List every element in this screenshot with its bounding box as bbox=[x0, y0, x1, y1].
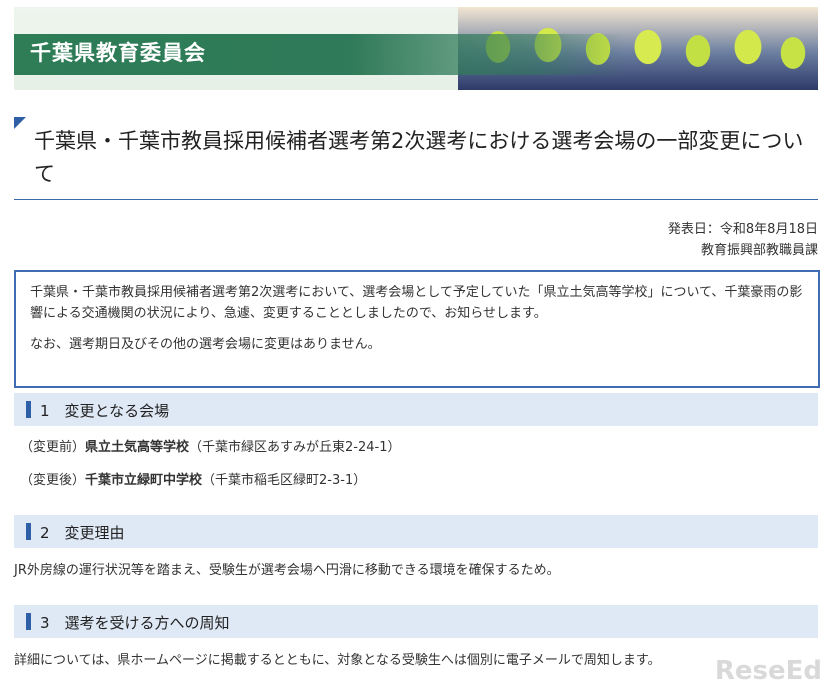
section-marker bbox=[26, 613, 31, 630]
notification-text: 詳細については、県ホームページに掲載するとともに、対象となる受験生へは個別に電子… bbox=[14, 653, 661, 668]
announcing-department: 教育振興部教職員課 bbox=[700, 243, 818, 258]
venue-after-prefix: （変更後） bbox=[20, 473, 86, 488]
heading-corner-mark bbox=[14, 117, 26, 129]
page-heading: 千葉県・千葉市教員採用候補者選考第2次選考における選考会場の一部変更について bbox=[14, 117, 818, 191]
venue-after-line: （変更後）千葉市立緑町中学校（千葉市稲毛区緑町2-3-1） bbox=[20, 471, 366, 491]
section-title: 3 選考を受ける方への周知 bbox=[40, 614, 230, 632]
section-heading-reason: 2 変更理由 bbox=[14, 515, 818, 548]
reason-text: JR外房線の運行状況等を踏まえ、受験生が選考会場へ円滑に移動できる環境を確保する… bbox=[14, 563, 560, 578]
section-heading-notification: 3 選考を受ける方への周知 bbox=[14, 605, 818, 638]
notice-paragraph: 千葉県・千葉市教員採用候補者選考第2次選考において、選考会場として予定していた「… bbox=[30, 285, 803, 321]
resemom-logo: ReseEd bbox=[714, 656, 822, 686]
venue-before-prefix: （変更前） bbox=[20, 440, 86, 455]
venue-before-address: （千葉市緑区あすみが丘東2-24-1） bbox=[189, 440, 401, 455]
announcement-meta: 発表日：令和8年8月18日 教育振興部教職員課 bbox=[668, 219, 818, 261]
heading-divider bbox=[14, 199, 818, 200]
notice-paragraph: なお、選考期日及びその他の選考会場に変更はありません。 bbox=[30, 337, 381, 352]
section-title: 1 変更となる会場 bbox=[40, 402, 170, 420]
section-marker bbox=[26, 523, 31, 540]
section-title: 2 変更理由 bbox=[40, 524, 125, 542]
venue-before-line: （変更前）県立土気高等学校（千葉市緑区あすみが丘東2-24-1） bbox=[20, 438, 401, 458]
venue-after-address: （千葉市稲毛区緑町2-3-1） bbox=[202, 473, 367, 488]
section-marker bbox=[26, 401, 31, 418]
site-title[interactable]: 千葉県教育委員会 bbox=[30, 37, 206, 67]
site-banner: 千葉県教育委員会 bbox=[14, 7, 818, 90]
section-heading-venue: 1 変更となる会場 bbox=[14, 393, 818, 426]
notice-box: 千葉県・千葉市教員採用候補者選考第2次選考において、選考会場として予定していた「… bbox=[14, 270, 820, 388]
page-title: 千葉県・千葉市教員採用候補者選考第2次選考における選考会場の一部変更について bbox=[34, 129, 804, 186]
venue-before-name: 県立土気高等学校 bbox=[85, 440, 190, 455]
venue-after-name: 千葉市立緑町中学校 bbox=[85, 473, 203, 488]
announcement-date: 発表日：令和8年8月18日 bbox=[667, 222, 818, 237]
